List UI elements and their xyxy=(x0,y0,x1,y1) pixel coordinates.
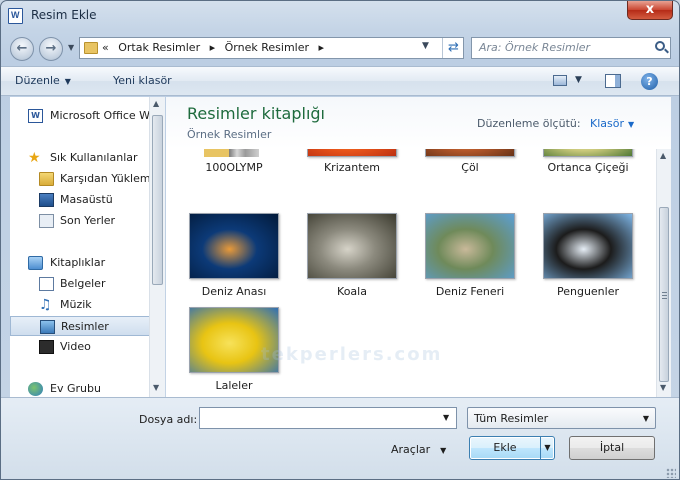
back-button[interactable]: ← xyxy=(10,37,34,61)
window-title: Resim Ekle xyxy=(31,8,97,22)
watermark-text: tekperlers.com xyxy=(261,344,443,365)
library-title: Resimler kitaplığı xyxy=(187,104,325,123)
music-note-icon: ♫ xyxy=(39,297,52,313)
insert-button[interactable]: Ekle ▼ xyxy=(469,436,555,460)
desktop-icon xyxy=(39,193,54,207)
file-tile-deniz-anasi[interactable]: Deniz Anası xyxy=(184,209,284,305)
chevron-down-icon: ▼ xyxy=(628,120,635,129)
recent-places-icon xyxy=(39,214,54,228)
documents-icon xyxy=(39,277,54,291)
nav-item-desktop[interactable]: Masaüstü xyxy=(10,190,150,210)
view-options-dropdown[interactable]: ▼ xyxy=(575,75,582,85)
scroll-up-icon[interactable]: ▲ xyxy=(153,99,159,108)
chevron-down-icon: ▼ xyxy=(64,77,71,86)
video-icon xyxy=(39,340,54,354)
navigation-pane: W Microsoft Office W ★ Sık Kullanılanlar… xyxy=(10,97,165,397)
nav-item-libraries[interactable]: Kitaplıklar xyxy=(10,253,150,273)
image-thumbnail xyxy=(425,213,515,279)
command-bar: Düzenle ▼ Yeni klasör ▼ ? xyxy=(1,66,679,96)
arrange-by-label: Düzenleme ölçütü: xyxy=(477,117,581,130)
nav-item-pictures[interactable]: Resimler xyxy=(10,316,150,336)
downloads-folder-icon xyxy=(39,172,54,186)
refresh-button[interactable]: ⇄ xyxy=(442,38,464,58)
nav-item-favorites[interactable]: ★ Sık Kullanılanlar xyxy=(10,148,150,168)
library-subtitle: Örnek Resimler xyxy=(187,128,272,141)
forward-button[interactable]: → xyxy=(39,37,63,61)
scroll-down-icon[interactable]: ▼ xyxy=(660,383,666,392)
breadcrumb-item-public-pictures[interactable]: Ortak Resimler xyxy=(118,41,200,54)
homegroup-icon xyxy=(28,382,43,396)
preview-pane-icon[interactable] xyxy=(605,74,621,88)
organize-menu[interactable]: Düzenle ▼ xyxy=(15,74,71,87)
nav-item-microsoft-office[interactable]: W Microsoft Office W xyxy=(10,106,150,126)
tools-menu[interactable]: Araçlar ▼ xyxy=(391,443,446,456)
content-scrollbar[interactable]: ▲ ▼ xyxy=(656,149,671,397)
folder-icon xyxy=(204,149,259,157)
image-thumbnail xyxy=(307,213,397,279)
navigation-scrollbar[interactable]: ▲ ▼ xyxy=(149,97,165,397)
image-thumbnail xyxy=(307,149,397,157)
cancel-button[interactable]: İptal xyxy=(569,436,655,460)
file-tile-deniz-feneri[interactable]: Deniz Feneri xyxy=(420,209,520,305)
new-folder-button[interactable]: Yeni klasör xyxy=(113,74,172,87)
folder-icon xyxy=(84,42,98,54)
image-thumbnail xyxy=(543,149,633,157)
breadcrumb: « Ortak Resimler ▸ Örnek Resimler ▸ xyxy=(102,41,330,54)
resize-grip[interactable] xyxy=(666,468,676,478)
libraries-icon xyxy=(28,256,43,270)
dialog-footer: Dosya adı: ▼ Tüm Resimler ▼ Araçlar ▼ Ekl… xyxy=(1,397,679,479)
breadcrumb-item-sample-pictures[interactable]: Örnek Resimler xyxy=(225,41,309,54)
content-pane: Resimler kitaplığı Örnek Resimler Düzenl… xyxy=(166,97,671,397)
help-icon[interactable]: ? xyxy=(641,73,658,90)
pictures-icon xyxy=(40,320,55,334)
word-app-icon xyxy=(8,8,23,24)
file-type-select[interactable]: Tüm Resimler ▼ xyxy=(467,407,656,429)
insert-picture-dialog: Resim Ekle x ← → ▼ « Ortak Resimler ▸ Ör… xyxy=(0,0,680,480)
scroll-up-icon[interactable]: ▲ xyxy=(660,151,666,160)
file-tile-koala[interactable]: Koala xyxy=(302,209,402,305)
file-name-input[interactable] xyxy=(199,407,457,429)
file-type-value: Tüm Resimler xyxy=(474,412,549,425)
word-doc-icon: W xyxy=(28,109,43,123)
file-grid: 100OLYMP Krizantem Çöl Ortanca Çiçeği De… xyxy=(166,149,656,397)
library-header: Resimler kitaplığı Örnek Resimler Düzenl… xyxy=(166,97,671,149)
insert-options-dropdown[interactable]: ▼ xyxy=(540,437,554,459)
scroll-down-icon[interactable]: ▼ xyxy=(153,383,159,392)
forward-arrow-icon: → xyxy=(45,41,57,56)
nav-item-music[interactable]: ♫ Müzik xyxy=(10,295,150,315)
breadcrumb-separator[interactable]: ▸ xyxy=(210,41,216,54)
refresh-icon: ⇄ xyxy=(448,40,459,55)
image-thumbnail xyxy=(543,213,633,279)
file-name-dropdown[interactable]: ▼ xyxy=(443,413,449,422)
nav-item-recent-places[interactable]: Son Yerler xyxy=(10,211,150,231)
back-arrow-icon: ← xyxy=(16,41,28,56)
address-history-dropdown[interactable]: ▼ xyxy=(422,41,429,51)
image-thumbnail xyxy=(189,213,279,279)
chevron-down-icon: ▼ xyxy=(440,446,447,455)
title-bar[interactable]: Resim Ekle x xyxy=(1,1,679,31)
breadcrumb-separator[interactable]: ▸ xyxy=(319,41,325,54)
arrange-by-dropdown[interactable]: Klasör ▼ xyxy=(590,117,634,130)
scrollbar-thumb[interactable] xyxy=(152,115,163,285)
file-name-label: Dosya adı: xyxy=(139,413,198,426)
nav-item-video[interactable]: Video xyxy=(10,337,150,357)
image-thumbnail xyxy=(425,149,515,157)
change-view-icon[interactable] xyxy=(553,75,567,86)
file-tile-penguenler[interactable]: Penguenler xyxy=(538,209,638,305)
recent-pages-dropdown[interactable]: ▼ xyxy=(68,43,74,52)
star-icon: ★ xyxy=(28,150,41,166)
nav-item-downloads[interactable]: Karşıdan Yüklem xyxy=(10,169,150,189)
search-icon[interactable] xyxy=(655,41,665,51)
chevron-down-icon: ▼ xyxy=(642,414,649,423)
breadcrumb-overflow[interactable]: « xyxy=(102,41,109,54)
search-placeholder[interactable]: Ara: Örnek Resimler xyxy=(479,41,590,54)
nav-item-homegroup[interactable]: Ev Grubu xyxy=(10,379,150,397)
close-button[interactable]: x xyxy=(627,1,673,20)
nav-item-documents[interactable]: Belgeler xyxy=(10,274,150,294)
address-bar[interactable]: « Ortak Resimler ▸ Örnek Resimler ▸ ▼ ⇄ xyxy=(79,37,464,59)
scrollbar-thumb[interactable] xyxy=(659,207,669,382)
search-box[interactable]: Ara: Örnek Resimler xyxy=(471,37,671,59)
